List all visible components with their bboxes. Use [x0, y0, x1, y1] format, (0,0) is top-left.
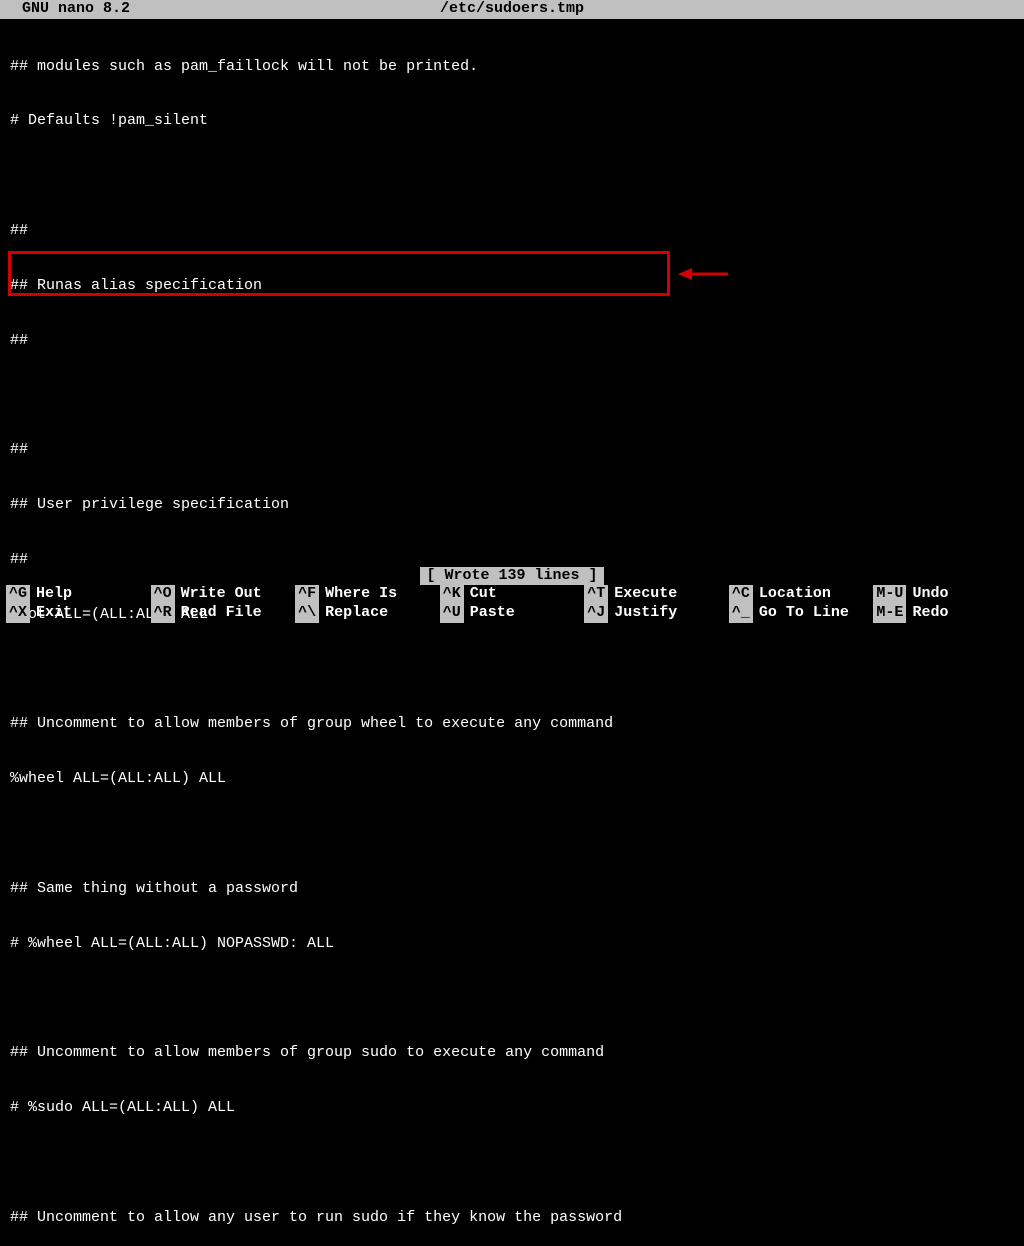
editor-line: ## Runas alias specification	[10, 277, 1018, 295]
help-item[interactable]: ^G Help	[6, 585, 151, 604]
editor-line: ## User privilege specification	[10, 496, 1018, 514]
help-label: Undo	[912, 585, 948, 603]
help-label: Location	[759, 585, 831, 603]
editor-line: ## Uncomment to allow members of group s…	[10, 1044, 1018, 1062]
help-label: Write Out	[181, 585, 262, 603]
help-label: Replace	[325, 604, 388, 622]
editor-line: # %sudo ALL=(ALL:ALL) ALL	[10, 1099, 1018, 1117]
title-bar: GNU nano 8.2 /etc/sudoers.tmp	[0, 0, 1024, 19]
help-label: Go To Line	[759, 604, 849, 622]
editor-area[interactable]: ## modules such as pam_faillock will not…	[0, 19, 1024, 1246]
help-label: Cut	[470, 585, 497, 603]
editor-line: %wheel ALL=(ALL:ALL) ALL	[10, 770, 1018, 788]
editor-line: # %wheel ALL=(ALL:ALL) NOPASSWD: ALL	[10, 935, 1018, 953]
editor-line: ##	[10, 222, 1018, 240]
editor-line: ## Uncomment to allow any user to run su…	[10, 1209, 1018, 1227]
help-item[interactable]: ^J Justify	[584, 604, 729, 623]
editor-line	[10, 661, 1018, 679]
help-item[interactable]: ^K Cut	[440, 585, 585, 604]
help-item[interactable]: ^_ Go To Line	[729, 604, 874, 623]
keycap: ^C	[729, 585, 753, 603]
help-label: Where Is	[325, 585, 397, 603]
help-item[interactable]: ^T Execute	[584, 585, 729, 604]
help-item[interactable]: ^O Write Out	[151, 585, 296, 604]
keycap: M-U	[873, 585, 906, 603]
help-item[interactable]: ^U Paste	[440, 604, 585, 623]
file-name: /etc/sudoers.tmp	[440, 0, 584, 18]
editor-line	[10, 990, 1018, 1008]
keycap: ^O	[151, 585, 175, 603]
keycap: ^F	[295, 585, 319, 603]
editor-line	[10, 1154, 1018, 1172]
help-label: Justify	[614, 604, 677, 622]
keycap: ^U	[440, 604, 464, 622]
keycap: ^J	[584, 604, 608, 622]
status-bar: [ Wrote 139 lines ]	[0, 567, 1024, 585]
keycap: ^\	[295, 604, 319, 622]
editor-line: ## Uncomment to allow members of group w…	[10, 715, 1018, 733]
editor-line	[10, 387, 1018, 405]
help-label: Paste	[470, 604, 515, 622]
status-message: [ Wrote 139 lines ]	[420, 567, 603, 585]
help-bar: ^G Help ^O Write Out ^F Where Is ^K Cut ^T Ex…	[6, 585, 1018, 623]
keycap: ^T	[584, 585, 608, 603]
editor-line	[10, 167, 1018, 185]
help-item[interactable]: M-U Undo	[873, 585, 1018, 604]
help-item[interactable]: M-E Redo	[873, 604, 1018, 623]
help-label: Execute	[614, 585, 677, 603]
help-item[interactable]: ^R Read File	[151, 604, 296, 623]
keycap: ^X	[6, 604, 30, 622]
editor-line: ##	[10, 441, 1018, 459]
help-label: Read File	[181, 604, 262, 622]
editor-line	[10, 825, 1018, 843]
keycap: ^G	[6, 585, 30, 603]
help-item[interactable]: ^X Exit	[6, 604, 151, 623]
editor-line: ##	[10, 332, 1018, 350]
help-label: Help	[36, 585, 72, 603]
keycap: ^K	[440, 585, 464, 603]
help-label: Redo	[912, 604, 948, 622]
editor-line: # Defaults !pam_silent	[10, 112, 1018, 130]
help-item[interactable]: ^\ Replace	[295, 604, 440, 623]
help-item[interactable]: ^F Where Is	[295, 585, 440, 604]
app-name: GNU nano 8.2	[4, 0, 130, 18]
editor-line: ## modules such as pam_faillock will not…	[10, 58, 1018, 76]
help-label: Exit	[36, 604, 72, 622]
editor-line: ## Same thing without a password	[10, 880, 1018, 898]
keycap: ^R	[151, 604, 175, 622]
keycap: ^_	[729, 604, 753, 622]
help-item[interactable]: ^C Location	[729, 585, 874, 604]
keycap: M-E	[873, 604, 906, 622]
